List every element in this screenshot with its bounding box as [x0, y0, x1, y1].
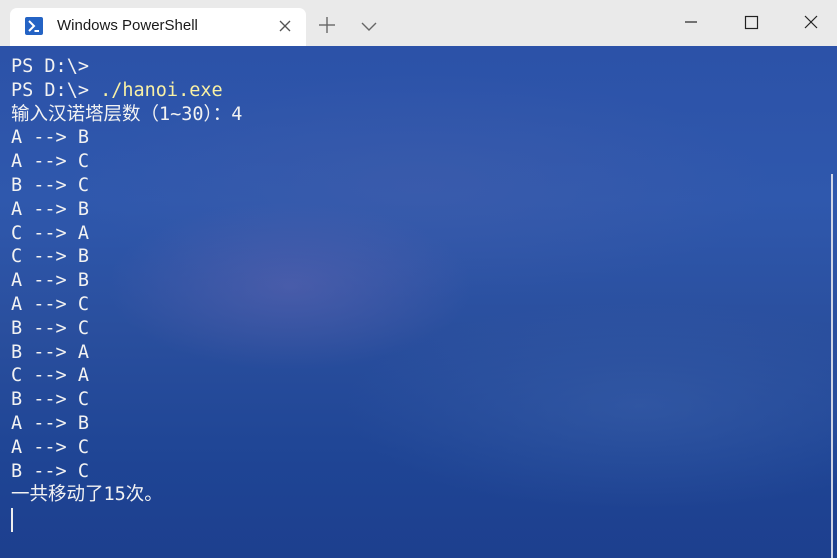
minimize-icon[interactable]	[668, 0, 714, 46]
move-line: B --> A	[11, 341, 89, 363]
close-icon[interactable]	[788, 0, 834, 46]
move-line: B --> C	[11, 174, 89, 196]
scrollbar[interactable]	[831, 174, 833, 558]
prompt-line: PS D:\>	[11, 56, 89, 77]
command-text: ./hanoi.exe	[100, 79, 223, 101]
move-line: A --> B	[11, 412, 89, 434]
title-bar: Windows PowerShell	[0, 0, 837, 46]
move-line: A --> C	[11, 151, 89, 173]
move-line: B --> C	[11, 317, 89, 339]
prompt-text: PS D:\>	[11, 79, 101, 101]
move-line: A --> C	[11, 293, 89, 315]
command-line: PS D:\> ./hanoi.exe	[11, 79, 242, 103]
move-line: A --> B	[11, 270, 89, 292]
terminal-lines: PS D:\> PS D:\> ./hanoi.exe 输入汉诺塔层数（1~30…	[11, 55, 242, 507]
move-line: C --> A	[11, 365, 89, 387]
move-line: B --> C	[11, 389, 89, 411]
chevron-down-icon[interactable]	[357, 14, 381, 38]
move-line: B --> C	[11, 460, 89, 482]
move-line: A --> C	[11, 436, 89, 458]
move-line: A --> B	[11, 127, 89, 149]
maximize-icon[interactable]	[728, 0, 774, 46]
terminal-output[interactable]: PS D:\> PS D:\> ./hanoi.exe 输入汉诺塔层数（1~30…	[0, 46, 837, 558]
powershell-window: Windows PowerShell PS D:\> PS D:\> ./han…	[0, 0, 837, 558]
powershell-icon	[25, 17, 43, 35]
move-line: A --> B	[11, 198, 89, 220]
tab-title: Windows PowerShell	[57, 17, 198, 34]
input-prompt-line: 输入汉诺塔层数（1~30）：4	[11, 103, 243, 125]
move-line: C --> A	[11, 222, 89, 244]
tab-windows-powershell[interactable]: Windows PowerShell	[10, 8, 306, 46]
new-tab-plus-icon[interactable]	[314, 12, 340, 38]
summary-line: 一共移动了15次。	[11, 484, 163, 506]
text-cursor	[11, 508, 13, 532]
move-line: C --> B	[11, 246, 89, 268]
tab-close-icon[interactable]	[276, 17, 294, 35]
